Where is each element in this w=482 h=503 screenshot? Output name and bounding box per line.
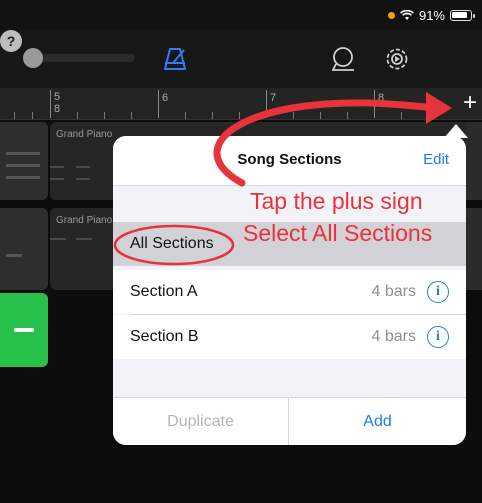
ruler-tick xyxy=(131,112,132,119)
region-label: Grand Piano xyxy=(56,129,113,140)
ruler-tick xyxy=(77,112,78,119)
wifi-icon xyxy=(400,10,414,20)
track-header-1[interactable] xyxy=(0,122,48,200)
ruler-tick xyxy=(293,112,294,119)
ruler-tick xyxy=(428,112,429,119)
region-label: Grand Piano xyxy=(56,215,113,226)
song-sections-popover: Song Sections Edit All Sections Section … xyxy=(113,136,466,445)
region-note xyxy=(50,166,64,168)
loop-browser-icon[interactable] xyxy=(330,46,356,72)
ruler-sub-label: 8 xyxy=(54,103,61,115)
ruler-tick xyxy=(32,112,33,119)
region-note xyxy=(50,238,66,240)
timeline-ruler[interactable]: 5 8 6 7 8 xyxy=(0,88,482,120)
track-header-line xyxy=(6,254,22,257)
ruler-tick xyxy=(401,112,402,119)
help-icon[interactable]: ? xyxy=(0,30,22,52)
settings-gear-icon[interactable] xyxy=(384,46,410,72)
track-header-line xyxy=(6,164,40,167)
duplicate-button[interactable]: Duplicate xyxy=(113,398,289,445)
add-button[interactable]: Add xyxy=(289,398,466,445)
recording-dot-icon xyxy=(387,12,395,19)
edit-button[interactable]: Edit xyxy=(423,151,449,168)
region-note xyxy=(76,166,90,168)
region-note xyxy=(50,178,64,180)
track-edge xyxy=(466,122,482,200)
track-header-line xyxy=(6,152,40,155)
track-header-2[interactable] xyxy=(0,208,48,290)
add-section-plus-button[interactable]: + xyxy=(460,91,480,116)
annotation-line-2: Select All Sections xyxy=(243,220,433,246)
status-indicators: 91% xyxy=(387,8,475,23)
ruler-bar-line xyxy=(374,90,375,118)
status-bar: 91% xyxy=(0,0,482,30)
ruler-tick xyxy=(347,112,348,119)
ruler-tick xyxy=(104,112,105,119)
master-volume-slider[interactable] xyxy=(30,54,135,62)
ruler-tick xyxy=(14,112,15,119)
section-length: 4 bars xyxy=(371,283,416,300)
instrument-track-green[interactable] xyxy=(0,293,48,367)
ruler-tick xyxy=(185,112,186,119)
ruler-tick xyxy=(239,112,240,119)
battery-icon xyxy=(450,10,475,21)
all-sections-label: All Sections xyxy=(130,235,214,252)
section-b-row[interactable]: Section B 4 bars i xyxy=(113,315,466,359)
ruler-tick xyxy=(320,112,321,119)
section-length: 4 bars xyxy=(371,328,416,345)
popover-header: Song Sections Edit xyxy=(113,136,466,186)
ruler-bar-number: 5 xyxy=(54,91,61,103)
info-icon[interactable]: i xyxy=(427,326,449,348)
battery-percentage: 91% xyxy=(418,8,445,23)
ruler-bar-line xyxy=(158,90,159,118)
ruler-bar-line xyxy=(266,90,267,118)
section-name: Section A xyxy=(130,283,198,300)
top-toolbar: ? xyxy=(0,30,482,88)
ruler-bar-number: 7 xyxy=(270,92,277,104)
ruler-bar-number: 6 xyxy=(162,92,169,104)
metronome-icon[interactable] xyxy=(162,46,188,72)
ruler-tick xyxy=(212,112,213,119)
info-icon[interactable]: i xyxy=(427,281,449,303)
volume-slider-knob[interactable] xyxy=(23,48,43,68)
section-name: Section B xyxy=(130,328,199,345)
region-note xyxy=(76,178,90,180)
annotation-line-1: Tap the plus sign xyxy=(250,188,423,214)
popover-title: Song Sections xyxy=(237,151,342,168)
section-a-row[interactable]: Section A 4 bars i xyxy=(113,270,466,314)
ruler-bar-number: 8 xyxy=(378,92,385,104)
minus-icon xyxy=(14,328,34,332)
track-edge xyxy=(466,208,482,290)
region-note xyxy=(76,238,92,240)
popover-footer: Duplicate Add xyxy=(113,397,466,445)
track-header-line xyxy=(6,176,40,179)
ruler-bar-line xyxy=(50,90,51,118)
